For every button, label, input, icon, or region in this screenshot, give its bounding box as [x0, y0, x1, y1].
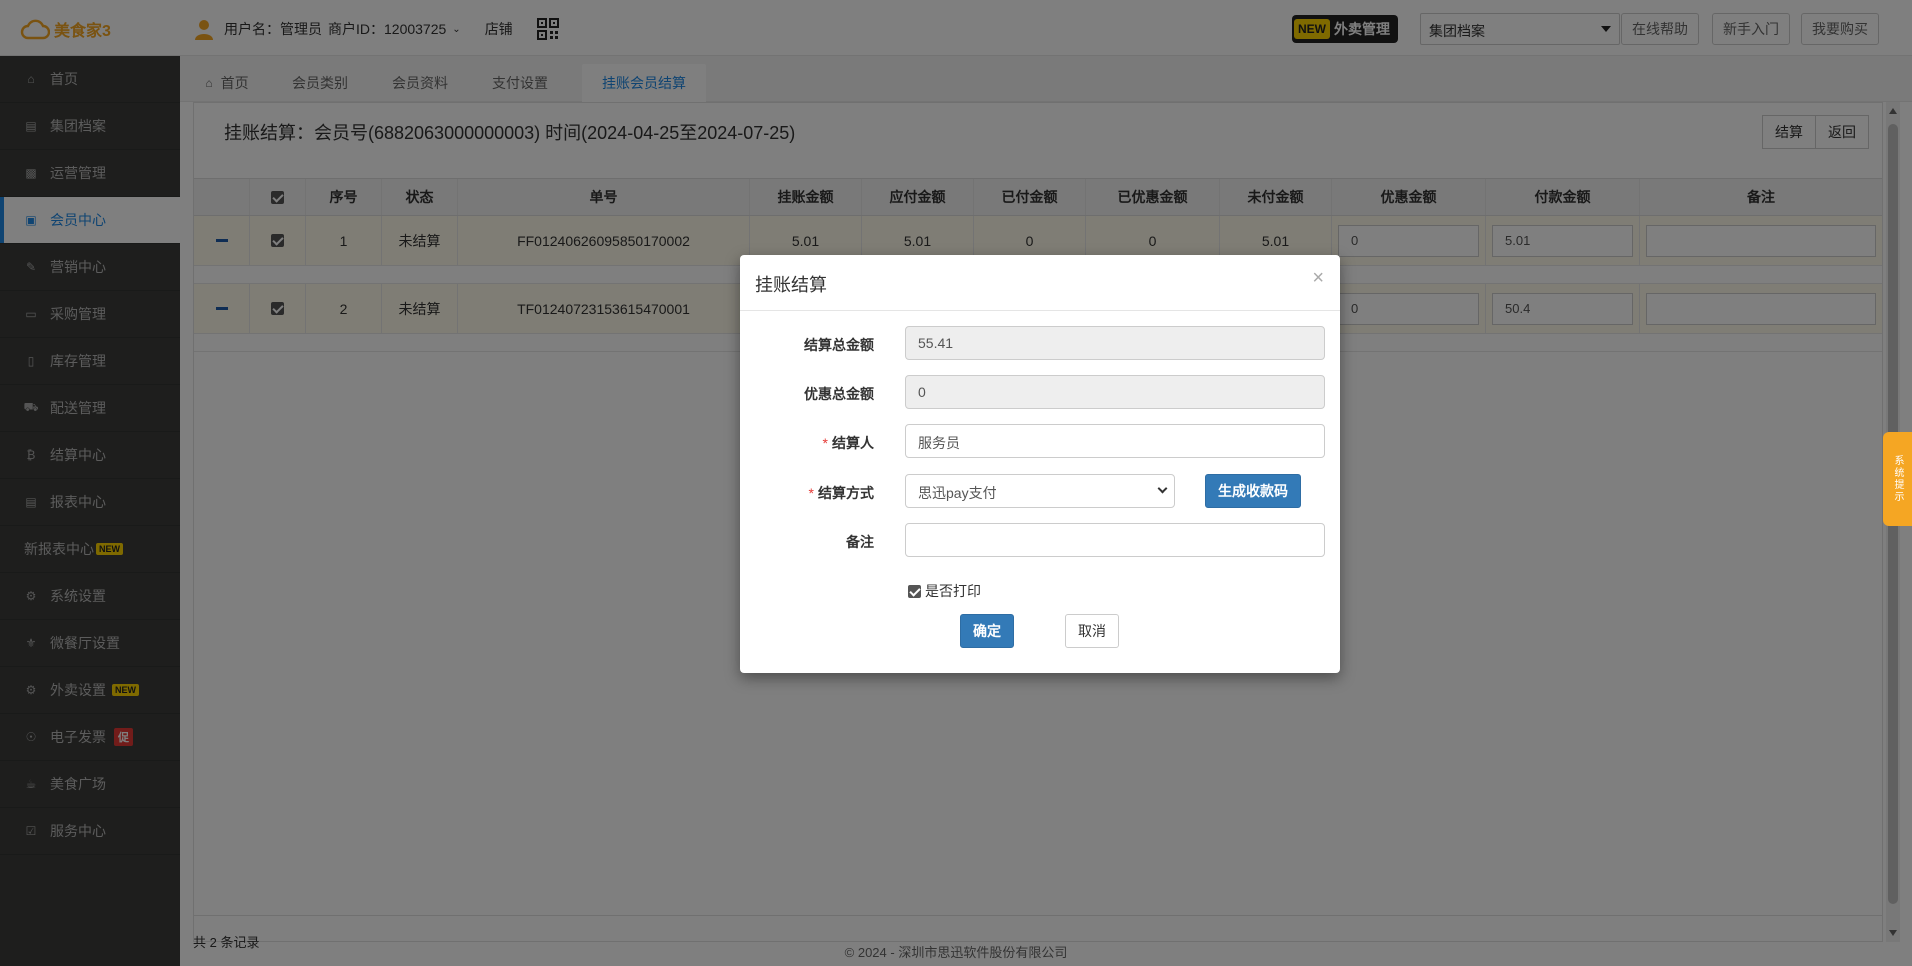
settlement-dialog: 挂账结算 × 结算总金额 55.41 优惠总金额 0 * 结算人 服务员 * 结算方…	[740, 255, 1340, 673]
cancel-button[interactable]: 取消	[1065, 614, 1119, 648]
total-amount-label: 结算总金额	[804, 337, 874, 353]
print-label: 是否打印	[925, 583, 981, 599]
total-amount-row: 结算总金额 55.41	[740, 326, 1340, 360]
settler-label: * 结算人	[822, 435, 874, 451]
total-amount-field: 55.41	[905, 326, 1325, 360]
generate-qr-code-button[interactable]: 生成收款码	[1205, 474, 1301, 508]
discount-total-field: 0	[905, 375, 1325, 409]
discount-total-label: 优惠总金额	[804, 386, 874, 402]
checkbox-checked	[908, 584, 921, 598]
settlement-method-value: 思迅pay支付	[918, 485, 997, 501]
print-checkbox[interactable]: 是否打印	[908, 581, 981, 601]
close-icon[interactable]: ×	[1312, 267, 1324, 290]
settler-input[interactable]: 服务员	[905, 424, 1325, 458]
system-tips-tab[interactable]: 系统提示	[1883, 432, 1912, 526]
chevron-down-icon	[1157, 483, 1168, 494]
settler-row: * 结算人 服务员	[740, 424, 1340, 458]
remark-input[interactable]	[905, 523, 1325, 557]
settlement-method-row: * 结算方式 思迅pay支付 生成收款码	[740, 474, 1340, 508]
copyright: © 2024 - 深圳市思迅软件股份有限公司	[844, 945, 1068, 960]
confirm-button[interactable]: 确定	[960, 614, 1014, 648]
dialog-title: 挂账结算	[755, 275, 827, 295]
remark-row: 备注	[740, 523, 1340, 557]
remark-label: 备注	[846, 534, 874, 550]
settlement-method-label: * 结算方式	[808, 485, 874, 501]
discount-total-row: 优惠总金额 0	[740, 375, 1340, 409]
dialog-header: 挂账结算 ×	[740, 255, 1340, 311]
settlement-method-select[interactable]: 思迅pay支付	[905, 474, 1175, 508]
